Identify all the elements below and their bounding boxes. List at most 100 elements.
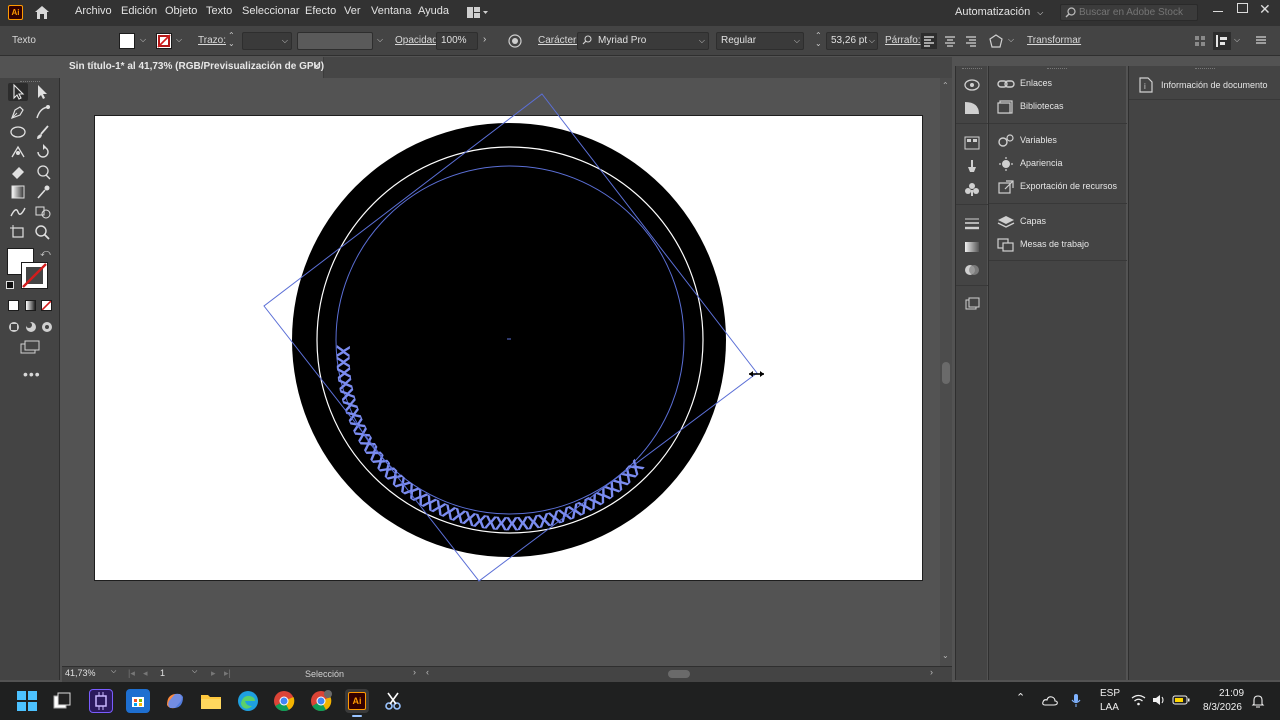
status-bar: 41,73% ⌵ |◂ ◂ 1 ⌵ ▸ ▸| Selección › ‹ › xyxy=(62,666,952,682)
align-right-icon[interactable] xyxy=(963,33,979,49)
align-panel-icon[interactable] xyxy=(1213,32,1231,50)
workspace-switcher[interactable]: Automatización ⌵ xyxy=(955,6,1043,18)
minimize-icon[interactable] xyxy=(1212,3,1224,15)
keyboard-layout[interactable]: LAA xyxy=(1100,702,1119,713)
panel-item-capas[interactable]: Capas xyxy=(995,212,1123,232)
show-hidden-icons[interactable]: ⌃ xyxy=(1016,691,1025,704)
store-icon[interactable] xyxy=(126,689,150,713)
panel-item-document-info[interactable]: i Información de documento xyxy=(1137,75,1277,95)
scroll-right-icon[interactable]: › xyxy=(930,667,933,677)
vertical-scroll-thumb[interactable] xyxy=(942,362,950,384)
current-tool-status: Selección xyxy=(305,669,345,679)
scroll-left-icon[interactable]: ‹ xyxy=(426,667,429,677)
snipping-tool-icon[interactable] xyxy=(382,689,406,713)
chrome-icon[interactable] xyxy=(272,689,296,713)
panel-grip[interactable] xyxy=(962,68,982,70)
zoom-field[interactable]: 41,73% ⌵ xyxy=(65,668,119,681)
variables-icon xyxy=(997,134,1015,148)
next-artboard-icon[interactable]: ▸ xyxy=(211,668,216,679)
brushes-panel-icon[interactable] xyxy=(964,159,980,173)
panel-item-mesas[interactable]: Mesas de trabajo xyxy=(995,235,1123,255)
global-edit-icon[interactable] xyxy=(988,33,1004,49)
app-icon-chip[interactable] xyxy=(89,689,113,713)
panel-label: Exportación de recursos xyxy=(1020,181,1118,191)
scroll-down-icon[interactable]: ⌄ xyxy=(942,651,949,660)
artboard-number-field[interactable]: 1 ⌵ xyxy=(156,668,202,681)
symbols-panel-icon[interactable] xyxy=(964,182,980,196)
scroll-up-icon[interactable]: ⌃ xyxy=(942,81,949,90)
previous-artboard-icon[interactable]: ◂ xyxy=(143,668,148,679)
color-guide-icon[interactable] xyxy=(964,78,980,92)
copilot-icon[interactable] xyxy=(163,689,187,713)
black-circle[interactable] xyxy=(292,123,726,557)
illustrator-badge: Ai xyxy=(348,692,366,710)
edge-icon[interactable] xyxy=(236,689,260,713)
workspace-label: Automatización xyxy=(955,6,1031,18)
panel-label: Información de documento xyxy=(1161,80,1268,90)
panel-divider xyxy=(956,123,988,124)
panel-grip[interactable] xyxy=(1047,68,1067,70)
maximize-icon[interactable] xyxy=(1237,3,1248,13)
stock-search-field[interactable] xyxy=(1060,4,1198,21)
clock-time[interactable]: 21:09 xyxy=(1219,688,1244,699)
stock-search-input[interactable] xyxy=(1079,6,1195,19)
wifi-icon[interactable] xyxy=(1131,694,1146,706)
artboards-icon xyxy=(997,238,1015,252)
chevron-down-icon: ⌵ xyxy=(111,668,117,675)
file-explorer-icon[interactable] xyxy=(199,689,223,713)
gradient-panel-icon[interactable] xyxy=(964,101,980,115)
panel-item-enlaces[interactable]: Enlaces xyxy=(995,74,1123,94)
first-artboard-icon[interactable]: |◂ xyxy=(128,668,135,679)
chrome-profile-icon[interactable] xyxy=(309,689,333,713)
panel-label: Bibliotecas xyxy=(1020,101,1064,111)
panel-list: Enlaces Bibliotecas Variables Apariencia… xyxy=(988,66,1127,680)
battery-icon[interactable] xyxy=(1172,695,1190,705)
panel-label: Apariencia xyxy=(1020,158,1063,168)
asset-export-icon xyxy=(997,180,1015,194)
artwork-layer[interactable]: XXXXXXXXXXXXXXXXXXXXXXXXXXXXXXXXXXXXXXX xyxy=(0,0,955,682)
zoom-value: 41,73% xyxy=(65,668,96,678)
panel-menu-icon[interactable] xyxy=(1255,34,1267,46)
chevron-down-icon[interactable]: ⌵ xyxy=(1008,35,1014,45)
panel-label: Enlaces xyxy=(1020,78,1053,88)
windows-start-icon[interactable] xyxy=(17,691,37,711)
swatches-panel-icon[interactable] xyxy=(964,136,980,150)
chevron-down-icon: ⌵ xyxy=(192,668,198,675)
close-window-icon[interactable]: ✕ xyxy=(1259,1,1271,18)
panel-divider xyxy=(989,123,1127,124)
panel-divider xyxy=(989,260,1127,261)
language-code[interactable]: ESP xyxy=(1100,688,1120,699)
panel-divider xyxy=(956,285,988,286)
last-artboard-icon[interactable]: ▸| xyxy=(224,668,231,679)
volume-icon[interactable] xyxy=(1152,694,1166,706)
appearance-icon xyxy=(997,157,1015,171)
task-view-icon[interactable] xyxy=(53,692,71,710)
vertical-scrollbar[interactable]: ⌃ ⌄ xyxy=(940,78,952,666)
svg-text:i: i xyxy=(1144,82,1146,91)
collapsed-panel-icons xyxy=(955,66,988,680)
artboard-options-icon[interactable] xyxy=(964,297,980,311)
panel-item-variables[interactable]: Variables xyxy=(995,131,1123,151)
panel-label: Variables xyxy=(1020,135,1057,145)
transform-link[interactable]: Transformar xyxy=(1027,35,1081,46)
panel-item-apariencia[interactable]: Apariencia xyxy=(995,154,1123,174)
panel-item-exportacion[interactable]: Exportación de recursos xyxy=(995,177,1123,197)
stroke-panel-icon[interactable] xyxy=(964,217,980,231)
panel-item-bibliotecas[interactable]: Bibliotecas xyxy=(995,97,1123,117)
transparency-panel-icon[interactable] xyxy=(964,263,980,277)
horizontal-scroll-thumb[interactable] xyxy=(668,670,690,678)
notifications-icon[interactable] xyxy=(1251,694,1265,708)
onedrive-icon[interactable] xyxy=(1042,695,1058,706)
chevron-down-icon: ⌵ xyxy=(1037,8,1044,17)
gradient-swatch-icon[interactable] xyxy=(964,240,980,254)
illustrator-taskbar-icon[interactable]: Ai xyxy=(345,689,369,717)
isolate-icon[interactable] xyxy=(1194,35,1206,47)
layers-icon xyxy=(997,215,1015,229)
microphone-icon[interactable] xyxy=(1071,693,1081,708)
clock-date[interactable]: 8/3/2026 xyxy=(1203,702,1242,713)
document-info-icon: i xyxy=(1139,77,1153,93)
chevron-down-icon[interactable]: ⌵ xyxy=(1234,35,1240,45)
status-menu-icon[interactable]: › xyxy=(413,667,416,677)
panel-grip[interactable] xyxy=(1195,68,1215,70)
panel-divider xyxy=(1129,99,1280,100)
